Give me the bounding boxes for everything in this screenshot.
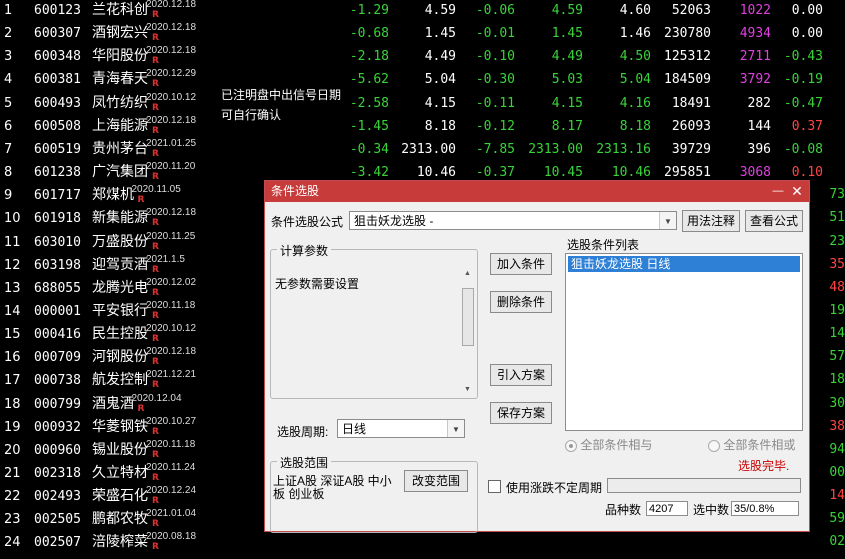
- dialog-title: 条件选股: [271, 184, 320, 198]
- delete-condition-button[interactable]: 删除条件: [490, 291, 552, 313]
- import-scheme-button[interactable]: 引入方案: [490, 364, 552, 386]
- progress-bar: [607, 478, 801, 493]
- condition-list-title: 选股条件列表: [567, 238, 640, 252]
- count-label: 品种数: [605, 503, 642, 517]
- use-period-checkbox[interactable]: [488, 480, 501, 493]
- params-group-title: 计算参数: [277, 242, 332, 259]
- params-scrollbar[interactable]: ▲ ▼: [461, 270, 475, 393]
- selected-label: 选中数: [693, 503, 730, 517]
- radio-or-dot[interactable]: [708, 439, 720, 452]
- minimize-icon[interactable]: —: [769, 181, 787, 202]
- selected-field: 35/0.8%: [731, 501, 799, 516]
- condition-list[interactable]: 狙击妖龙选股 日线: [565, 253, 803, 431]
- stock-code: 002507: [34, 535, 81, 551]
- radio-and-dot[interactable]: [565, 439, 577, 452]
- scroll-up-icon[interactable]: ▲: [464, 270, 471, 277]
- table-row[interactable]: 24 002507 涪陵榨菜 2020.08.18 R: [0, 531, 845, 554]
- list-item[interactable]: 狙击妖龙选股 日线: [568, 256, 800, 272]
- range-group: 选股范围 上证A股 深证A股 中小板 创业板 改变范围: [270, 454, 478, 533]
- scroll-thumb[interactable]: [462, 288, 474, 346]
- scroll-down-icon[interactable]: ▼: [464, 386, 471, 393]
- radio-and-label: 全部条件相与: [580, 438, 653, 452]
- edge-value: 02: [829, 534, 845, 550]
- params-text: 无参数需要设置: [275, 277, 360, 291]
- chevron-down-icon[interactable]: ▼: [659, 212, 676, 229]
- radio-or-label: 全部条件相或: [723, 438, 796, 452]
- chevron-down-icon[interactable]: ▼: [447, 420, 464, 437]
- period-select[interactable]: 日线 ▼: [337, 419, 465, 438]
- save-scheme-button[interactable]: 保存方案: [490, 402, 552, 424]
- row-index: 24: [4, 535, 21, 551]
- status-text: 选股完毕.: [738, 459, 790, 473]
- close-icon[interactable]: ✕: [788, 181, 806, 202]
- formula-value: 狙击妖龙选股 -: [354, 214, 434, 228]
- range-group-title: 选股范围: [277, 454, 332, 471]
- period-value: 日线: [342, 422, 367, 436]
- formula-label: 条件选股公式: [271, 215, 344, 229]
- condition-stock-selection-dialog: 条件选股 — ✕ 条件选股公式 狙击妖龙选股 - ▼ 用法注释 查看公式 计算参…: [264, 180, 810, 533]
- use-period-label: 使用涨跌不定周期: [506, 481, 603, 495]
- dialog-titlebar[interactable]: 条件选股 — ✕: [265, 181, 809, 202]
- add-condition-button[interactable]: 加入条件: [490, 253, 552, 275]
- formula-select[interactable]: 狙击妖龙选股 - ▼: [349, 211, 677, 230]
- change-range-button[interactable]: 改变范围: [404, 470, 468, 492]
- flag-marker: R: [152, 542, 159, 553]
- period-label: 选股周期:: [277, 425, 329, 439]
- count-field: 4207: [646, 501, 688, 516]
- usage-notes-button[interactable]: 用法注释: [682, 210, 740, 232]
- params-group: 计算参数 无参数需要设置 ▲ ▼: [270, 242, 478, 399]
- radio-and[interactable]: 全部条件相与: [565, 436, 652, 453]
- stock-name: 涪陵榨菜: [92, 534, 148, 551]
- radio-or[interactable]: 全部条件相或: [708, 436, 795, 453]
- range-text: 上证A股 深证A股 中小板 创业板: [273, 474, 392, 501]
- view-formula-button[interactable]: 查看公式: [745, 210, 803, 232]
